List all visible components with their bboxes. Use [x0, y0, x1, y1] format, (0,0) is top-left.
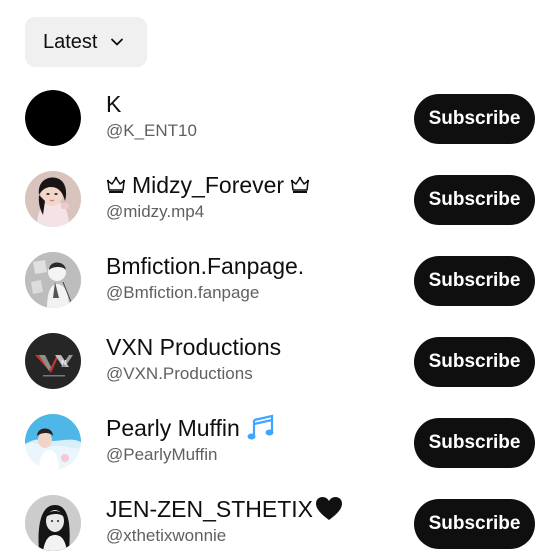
- channel-name[interactable]: K: [106, 90, 396, 118]
- svg-text:N: N: [61, 359, 67, 367]
- channel-handle: @K_ENT10: [106, 121, 197, 140]
- channel-info: Midzy_Forever @midzy.mp4: [106, 171, 396, 223]
- subscriptions-page: Latest K @K_ENT10 Subscribe Midzy_Foreve…: [0, 0, 560, 560]
- channel-name[interactable]: VXN Productions: [106, 333, 396, 361]
- avatar[interactable]: [25, 90, 81, 146]
- subscribe-button[interactable]: Subscribe: [414, 94, 535, 144]
- avatar[interactable]: [25, 414, 81, 470]
- channel-row[interactable]: Bmfiction.Fanpage. @Bmfiction.fanpage Su…: [0, 240, 560, 321]
- avatar[interactable]: [25, 495, 81, 551]
- channel-handle: @xthetixwonnie: [106, 526, 227, 545]
- channel-handle: @VXN.Productions: [106, 364, 253, 383]
- channel-name[interactable]: Pearly Muffin: [106, 414, 396, 442]
- chevron-down-icon: [109, 34, 125, 50]
- channel-row[interactable]: K @K_ENT10 Subscribe: [0, 78, 560, 159]
- channel-name[interactable]: Midzy_Forever: [106, 171, 396, 199]
- subscribe-button[interactable]: Subscribe: [414, 418, 535, 468]
- channel-handle: @PearlyMuffin: [106, 445, 218, 464]
- channel-name[interactable]: Bmfiction.Fanpage.: [106, 252, 396, 280]
- avatar[interactable]: N: [25, 333, 81, 389]
- crown-icon: [290, 175, 310, 195]
- music-notes-icon: [240, 414, 278, 442]
- subscribe-button[interactable]: Subscribe: [414, 337, 535, 387]
- channel-handle: @midzy.mp4: [106, 202, 205, 221]
- sort-dropdown[interactable]: Latest: [25, 17, 147, 67]
- subscribe-button[interactable]: Subscribe: [414, 256, 535, 306]
- channel-info: Bmfiction.Fanpage. @Bmfiction.fanpage: [106, 252, 396, 304]
- channel-info: Pearly Muffin @PearlyMuffin: [106, 414, 396, 466]
- channel-handle: @Bmfiction.fanpage: [106, 283, 260, 302]
- crown-icon: [106, 175, 126, 195]
- channel-info: JEN-ZEN_STHETIX @xthetixwonnie: [106, 495, 396, 547]
- subscribe-button[interactable]: Subscribe: [414, 499, 535, 549]
- avatar[interactable]: [25, 171, 81, 227]
- channel-row[interactable]: Pearly Muffin @PearlyMuffin Subscribe: [0, 402, 560, 483]
- channel-list: K @K_ENT10 Subscribe Midzy_Forever @midz…: [0, 78, 560, 560]
- channel-row[interactable]: N VXN Productions @VXN.Productions Subsc…: [0, 321, 560, 402]
- channel-row[interactable]: Midzy_Forever @midzy.mp4 Subscribe: [0, 159, 560, 240]
- avatar[interactable]: [25, 252, 81, 308]
- channel-info: K @K_ENT10: [106, 90, 396, 142]
- black-heart-icon: [313, 496, 343, 522]
- channel-info: VXN Productions @VXN.Productions: [106, 333, 396, 385]
- subscribe-button[interactable]: Subscribe: [414, 175, 535, 225]
- channel-name[interactable]: JEN-ZEN_STHETIX: [106, 495, 396, 523]
- sort-label: Latest: [43, 30, 98, 53]
- channel-row[interactable]: JEN-ZEN_STHETIX @xthetixwonnie Subscribe: [0, 483, 560, 560]
